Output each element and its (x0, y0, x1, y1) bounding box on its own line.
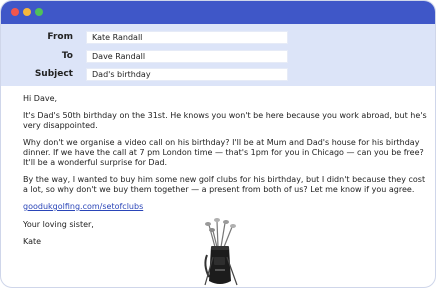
maximize-dot-icon[interactable] (35, 8, 43, 16)
title-bar (1, 1, 435, 24)
email-window: From Kate Randall To Dave Randall Subjec… (0, 0, 436, 288)
greeting: Hi Dave, (23, 94, 58, 103)
golf-clubs-link[interactable]: goodukgolfing.com/setofclubs (23, 202, 143, 211)
from-label: From (47, 32, 73, 42)
subject-field[interactable]: Dad's birthday (86, 68, 288, 81)
golf-bag-icon (204, 218, 238, 286)
to-label: To (61, 51, 73, 61)
paragraph: It's Dad's 50th birthday on the 31st. He… (23, 111, 427, 130)
email-header: From Kate Randall To Dave Randall Subjec… (1, 24, 435, 86)
to-field[interactable]: Dave Randall (86, 50, 288, 63)
close-dot-icon[interactable] (11, 8, 19, 16)
paragraph: By the way, I wanted to buy him some new… (23, 175, 426, 194)
minimize-dot-icon[interactable] (23, 8, 31, 16)
subject-label: Subject (34, 69, 73, 79)
paragraph: Why don't we organise a video call on hi… (23, 138, 424, 167)
from-field[interactable]: Kate Randall (86, 31, 288, 44)
